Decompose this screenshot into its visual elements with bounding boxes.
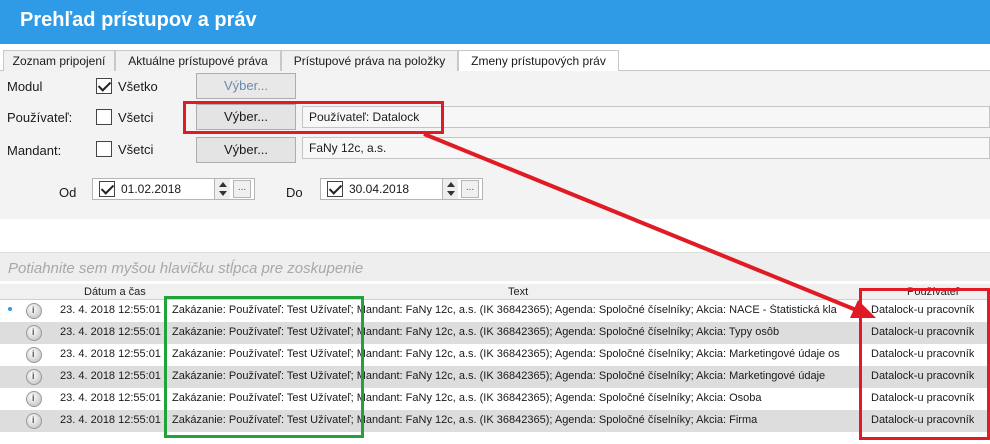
info-icon xyxy=(26,369,42,385)
user-label: Používateľ: xyxy=(7,110,73,125)
mandant-select-button[interactable]: Výber... xyxy=(196,137,296,163)
table-row[interactable]: 23. 4. 2018 12:55:01 Zakázanie: Používat… xyxy=(0,344,990,366)
column-header-text[interactable]: Text xyxy=(508,286,528,298)
user-all-checkbox[interactable] xyxy=(96,109,112,125)
date-to-value: 30.04.2018 xyxy=(349,182,410,196)
date-from-checkbox[interactable] xyxy=(99,181,115,197)
user-filter-highlight xyxy=(183,101,444,134)
info-icon xyxy=(26,325,42,341)
cell-datetime: 23. 4. 2018 12:55:01 xyxy=(60,348,161,360)
current-row-indicator xyxy=(8,307,12,311)
user-column-highlight xyxy=(859,288,990,440)
group-by-panel[interactable]: Potiahnite sem myšou hlavičku stĺpca pre… xyxy=(0,252,990,281)
mandant-selection-field: FaNy 12c, a.s. xyxy=(302,137,990,159)
cell-datetime: 23. 4. 2018 12:55:01 xyxy=(60,370,161,382)
modul-label: Modul xyxy=(7,79,43,94)
modul-all-label: Všetko xyxy=(118,79,158,94)
spin-up-icon xyxy=(219,182,227,187)
date-from-ellipsis-button[interactable]: ... xyxy=(233,180,251,198)
date-to-ellipsis-button[interactable]: ... xyxy=(461,180,479,198)
modul-all-checkbox[interactable] xyxy=(96,78,112,94)
user-all-label: Všetci xyxy=(118,110,154,125)
cell-datetime: 23. 4. 2018 12:55:01 xyxy=(60,392,161,404)
window-title: Prehľad prístupov a práv xyxy=(20,9,257,31)
date-to-picker[interactable]: 30.04.2018 ... xyxy=(320,178,483,200)
tab-connections[interactable]: Zoznam pripojení xyxy=(3,50,115,71)
table-row[interactable]: 23. 4. 2018 12:55:01 Zakázanie: Používat… xyxy=(0,300,990,322)
table-row[interactable]: 23. 4. 2018 12:55:01 Zakázanie: Používat… xyxy=(0,322,990,344)
date-from-picker[interactable]: 01.02.2018 ... xyxy=(92,178,255,200)
date-to-label: Do xyxy=(286,185,303,200)
mandant-label: Mandant: xyxy=(7,143,62,158)
modul-select-button[interactable]: Výber... xyxy=(196,73,296,99)
date-to-checkbox[interactable] xyxy=(327,181,343,197)
grid-header: Dátum a čas Text Používateľ xyxy=(0,284,990,300)
changes-grid: Dátum a čas Text Používateľ 23. 4. 2018 … xyxy=(0,284,990,444)
spin-up-icon xyxy=(447,182,455,187)
tab-item-rights[interactable]: Prístupové práva na položky xyxy=(281,50,458,71)
info-icon xyxy=(26,347,42,363)
title-bar: Prehľad prístupov a práv xyxy=(0,0,990,44)
info-icon xyxy=(26,413,42,429)
table-row[interactable]: 23. 4. 2018 12:55:01 Zakázanie: Používat… xyxy=(0,388,990,410)
mandant-all-label: Všetci xyxy=(118,142,154,157)
mandant-all-checkbox[interactable] xyxy=(96,141,112,157)
text-column-highlight xyxy=(164,296,364,438)
spin-down-icon xyxy=(219,191,227,196)
date-to-spinner[interactable] xyxy=(442,179,458,199)
date-from-spinner[interactable] xyxy=(214,179,230,199)
date-from-label: Od xyxy=(59,185,77,200)
column-header-datetime[interactable]: Dátum a čas xyxy=(84,286,146,298)
table-row[interactable]: 23. 4. 2018 12:55:01 Zakázanie: Používat… xyxy=(0,366,990,388)
filter-panel: Modul Všetko Výber... Používateľ: Všetci… xyxy=(0,71,990,219)
info-icon xyxy=(26,303,42,319)
cell-datetime: 23. 4. 2018 12:55:01 xyxy=(60,326,161,338)
tab-rights-changes[interactable]: Zmeny prístupových práv xyxy=(458,50,619,72)
spin-down-icon xyxy=(447,191,455,196)
group-by-hint: Potiahnite sem myšou hlavičku stĺpca pre… xyxy=(8,260,364,277)
table-row[interactable]: 23. 4. 2018 12:55:01 Zakázanie: Používat… xyxy=(0,410,990,432)
date-from-value: 01.02.2018 xyxy=(121,182,182,196)
tab-strip: Zoznam pripojení Aktuálne prístupové prá… xyxy=(0,50,990,72)
cell-datetime: 23. 4. 2018 12:55:01 xyxy=(60,414,161,426)
cell-datetime: 23. 4. 2018 12:55:01 xyxy=(60,304,161,316)
tab-current-rights[interactable]: Aktuálne prístupové práva xyxy=(115,50,281,71)
info-icon xyxy=(26,391,42,407)
